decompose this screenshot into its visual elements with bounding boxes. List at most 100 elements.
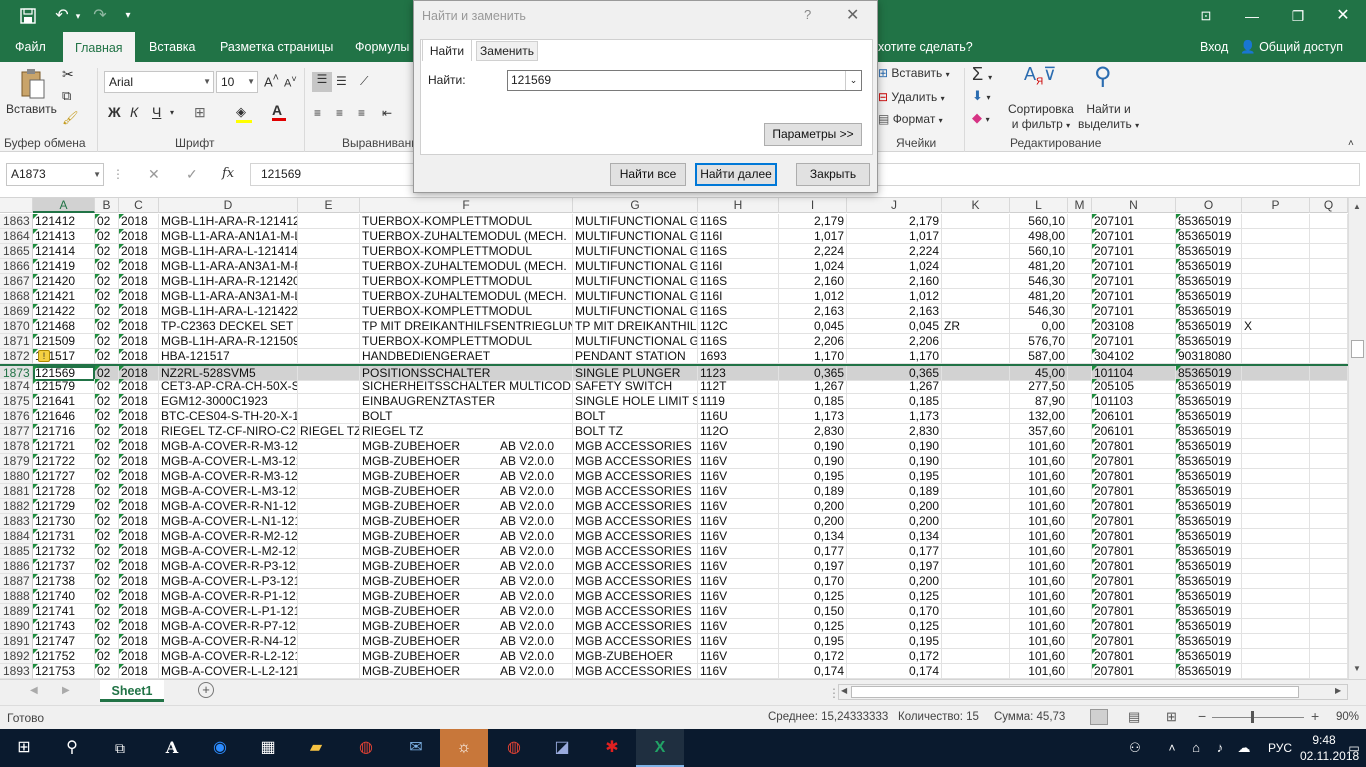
cell-j[interactable]: 0,170 xyxy=(847,604,942,619)
row-header[interactable]: 1882 xyxy=(0,499,33,514)
row-header[interactable]: 1892 xyxy=(0,649,33,664)
cell-k[interactable] xyxy=(942,634,1010,649)
row-header[interactable]: 1865 xyxy=(0,244,33,259)
cell-p[interactable] xyxy=(1242,244,1310,259)
cell-b[interactable]: 02 xyxy=(95,319,119,334)
cell-e[interactable] xyxy=(298,379,360,394)
cell-o[interactable]: 85365019 xyxy=(1176,289,1242,304)
cell-l[interactable]: 560,10 xyxy=(1010,244,1068,259)
cell-d[interactable]: MGB-A-COVER-L-P1-121 xyxy=(159,604,298,619)
cell-c[interactable]: 2018 xyxy=(119,559,159,574)
cell-m[interactable] xyxy=(1068,499,1092,514)
table-row[interactable]: 1865 121414 02 2018 MGB-L1H-ARA-L-121414 TUER… xyxy=(0,244,1348,259)
cell-b[interactable]: 02 xyxy=(95,649,119,664)
cell-b[interactable]: 02 xyxy=(95,229,119,244)
zoom-slider[interactable] xyxy=(1212,717,1304,718)
cell-a[interactable]: 121737 xyxy=(33,559,95,574)
cell-k[interactable] xyxy=(942,259,1010,274)
cell-l[interactable]: 481,20 xyxy=(1010,289,1068,304)
cell-p[interactable] xyxy=(1242,589,1310,604)
row-header[interactable]: 1872 xyxy=(0,349,33,364)
cell-o[interactable]: 85365019 xyxy=(1176,439,1242,454)
cell-b[interactable]: 02 xyxy=(95,604,119,619)
align-left-icon[interactable]: ≡ xyxy=(314,106,321,120)
cell-e[interactable] xyxy=(298,499,360,514)
cell-c[interactable]: 2018 xyxy=(119,409,159,424)
cell-a[interactable]: 121727 xyxy=(33,469,95,484)
cell-g[interactable]: MULTIFUNCTIONAL G xyxy=(573,244,698,259)
cell-d[interactable]: MGB-A-COVER-R-P7-121 xyxy=(159,619,298,634)
row-header[interactable]: 1891 xyxy=(0,634,33,649)
cell-m[interactable] xyxy=(1068,619,1092,634)
cell-j[interactable]: 2,163 xyxy=(847,304,942,319)
cell-l[interactable]: 0,00 xyxy=(1010,319,1068,334)
cell-i[interactable]: 0,170 xyxy=(779,574,847,589)
cell-o[interactable]: 85365019 xyxy=(1176,409,1242,424)
save-icon[interactable] xyxy=(16,4,40,28)
cell-l[interactable]: 101,60 xyxy=(1010,619,1068,634)
volume-icon[interactable]: ♪ xyxy=(1208,729,1232,767)
cell-c[interactable]: 2018 xyxy=(119,604,159,619)
cell-d[interactable]: MGB-L1H-ARA-R-121420 xyxy=(159,274,298,289)
cell-m[interactable] xyxy=(1068,244,1092,259)
cell-d[interactable]: MGB-L1H-ARA-L-121414 xyxy=(159,244,298,259)
next-sheet-icon[interactable]: ▶ xyxy=(62,685,70,696)
column-header-h[interactable]: H xyxy=(698,198,779,213)
cell-o[interactable]: 85365019 xyxy=(1176,634,1242,649)
cell-d[interactable]: MGB-L1-ARA-AN3A1-M-R xyxy=(159,259,298,274)
cell-o[interactable]: 85365019 xyxy=(1176,499,1242,514)
cell-h[interactable]: 116V xyxy=(698,484,779,499)
cell-q[interactable] xyxy=(1310,379,1348,394)
cell-b[interactable]: 02 xyxy=(95,634,119,649)
row-header[interactable]: 1877 xyxy=(0,424,33,439)
cell-o[interactable]: 85365019 xyxy=(1176,244,1242,259)
cell-n[interactable]: 207101 xyxy=(1092,244,1176,259)
cell-h[interactable]: 116V xyxy=(698,544,779,559)
cell-o[interactable]: 85365019 xyxy=(1176,589,1242,604)
cell-f[interactable]: MGB-ZUBEHOER AB V2.0.0 xyxy=(360,589,573,604)
cell-d[interactable]: MGB-A-COVER-R-M3-121 xyxy=(159,469,298,484)
cell-m[interactable] xyxy=(1068,424,1092,439)
cell-l[interactable]: 546,30 xyxy=(1010,304,1068,319)
cell-a[interactable]: 121579 xyxy=(33,379,95,394)
cell-h[interactable]: 112T xyxy=(698,379,779,394)
cell-g[interactable]: MULTIFUNCTIONAL G xyxy=(573,289,698,304)
cell-q[interactable] xyxy=(1310,244,1348,259)
table-row[interactable]: 1868 121421 02 2018 MGB-L1-ARA-AN3A1-M-L TUER… xyxy=(0,289,1348,304)
cell-p[interactable] xyxy=(1242,439,1310,454)
cell-q[interactable] xyxy=(1310,559,1348,574)
row-header[interactable]: 1893 xyxy=(0,664,33,679)
cell-b[interactable]: 02 xyxy=(95,529,119,544)
table-row[interactable]: 1882 121729 02 2018 MGB-A-COVER-R-N1-121 MGB-… xyxy=(0,499,1348,514)
page-break-view-icon[interactable]: ⊞ xyxy=(1166,709,1177,725)
cell-d[interactable]: MGB-A-COVER-L-M3-121 xyxy=(159,484,298,499)
cell-c[interactable]: 2018 xyxy=(119,544,159,559)
cell-a[interactable]: 121641 xyxy=(33,394,95,409)
cell-q[interactable] xyxy=(1310,589,1348,604)
cell-g[interactable]: MGB ACCESSORIES xyxy=(573,439,698,454)
cell-b[interactable]: 02 xyxy=(95,589,119,604)
table-row[interactable]: 1879 121722 02 2018 MGB-A-COVER-L-M3-121 MGB-… xyxy=(0,454,1348,469)
cell-l[interactable]: 481,20 xyxy=(1010,259,1068,274)
cell-i[interactable]: 1,024 xyxy=(779,259,847,274)
cell-a[interactable]: 121738 xyxy=(33,574,95,589)
cell-q[interactable] xyxy=(1310,274,1348,289)
row-header[interactable]: 1866 xyxy=(0,259,33,274)
cell-c[interactable]: 2018 xyxy=(119,589,159,604)
normal-view-icon[interactable] xyxy=(1090,709,1108,725)
column-header-q[interactable]: Q xyxy=(1310,198,1348,213)
cell-b[interactable]: 02 xyxy=(95,349,119,364)
cell-e[interactable] xyxy=(298,244,360,259)
cell-d[interactable]: MGB-A-COVER-R-P1-121 xyxy=(159,589,298,604)
cell-d[interactable]: MGB-A-COVER-L-N1-121 xyxy=(159,514,298,529)
cell-k[interactable] xyxy=(942,424,1010,439)
row-header[interactable]: 1889 xyxy=(0,604,33,619)
column-header-g[interactable]: G xyxy=(573,198,698,213)
cell-a[interactable]: 121732 xyxy=(33,544,95,559)
cell-n[interactable]: 207801 xyxy=(1092,619,1176,634)
cell-e[interactable] xyxy=(298,514,360,529)
cell-b[interactable]: 02 xyxy=(95,274,119,289)
clear-icon[interactable]: ◆ ▾ xyxy=(972,110,990,126)
cell-b[interactable]: 02 xyxy=(95,559,119,574)
cell-k[interactable] xyxy=(942,664,1010,679)
